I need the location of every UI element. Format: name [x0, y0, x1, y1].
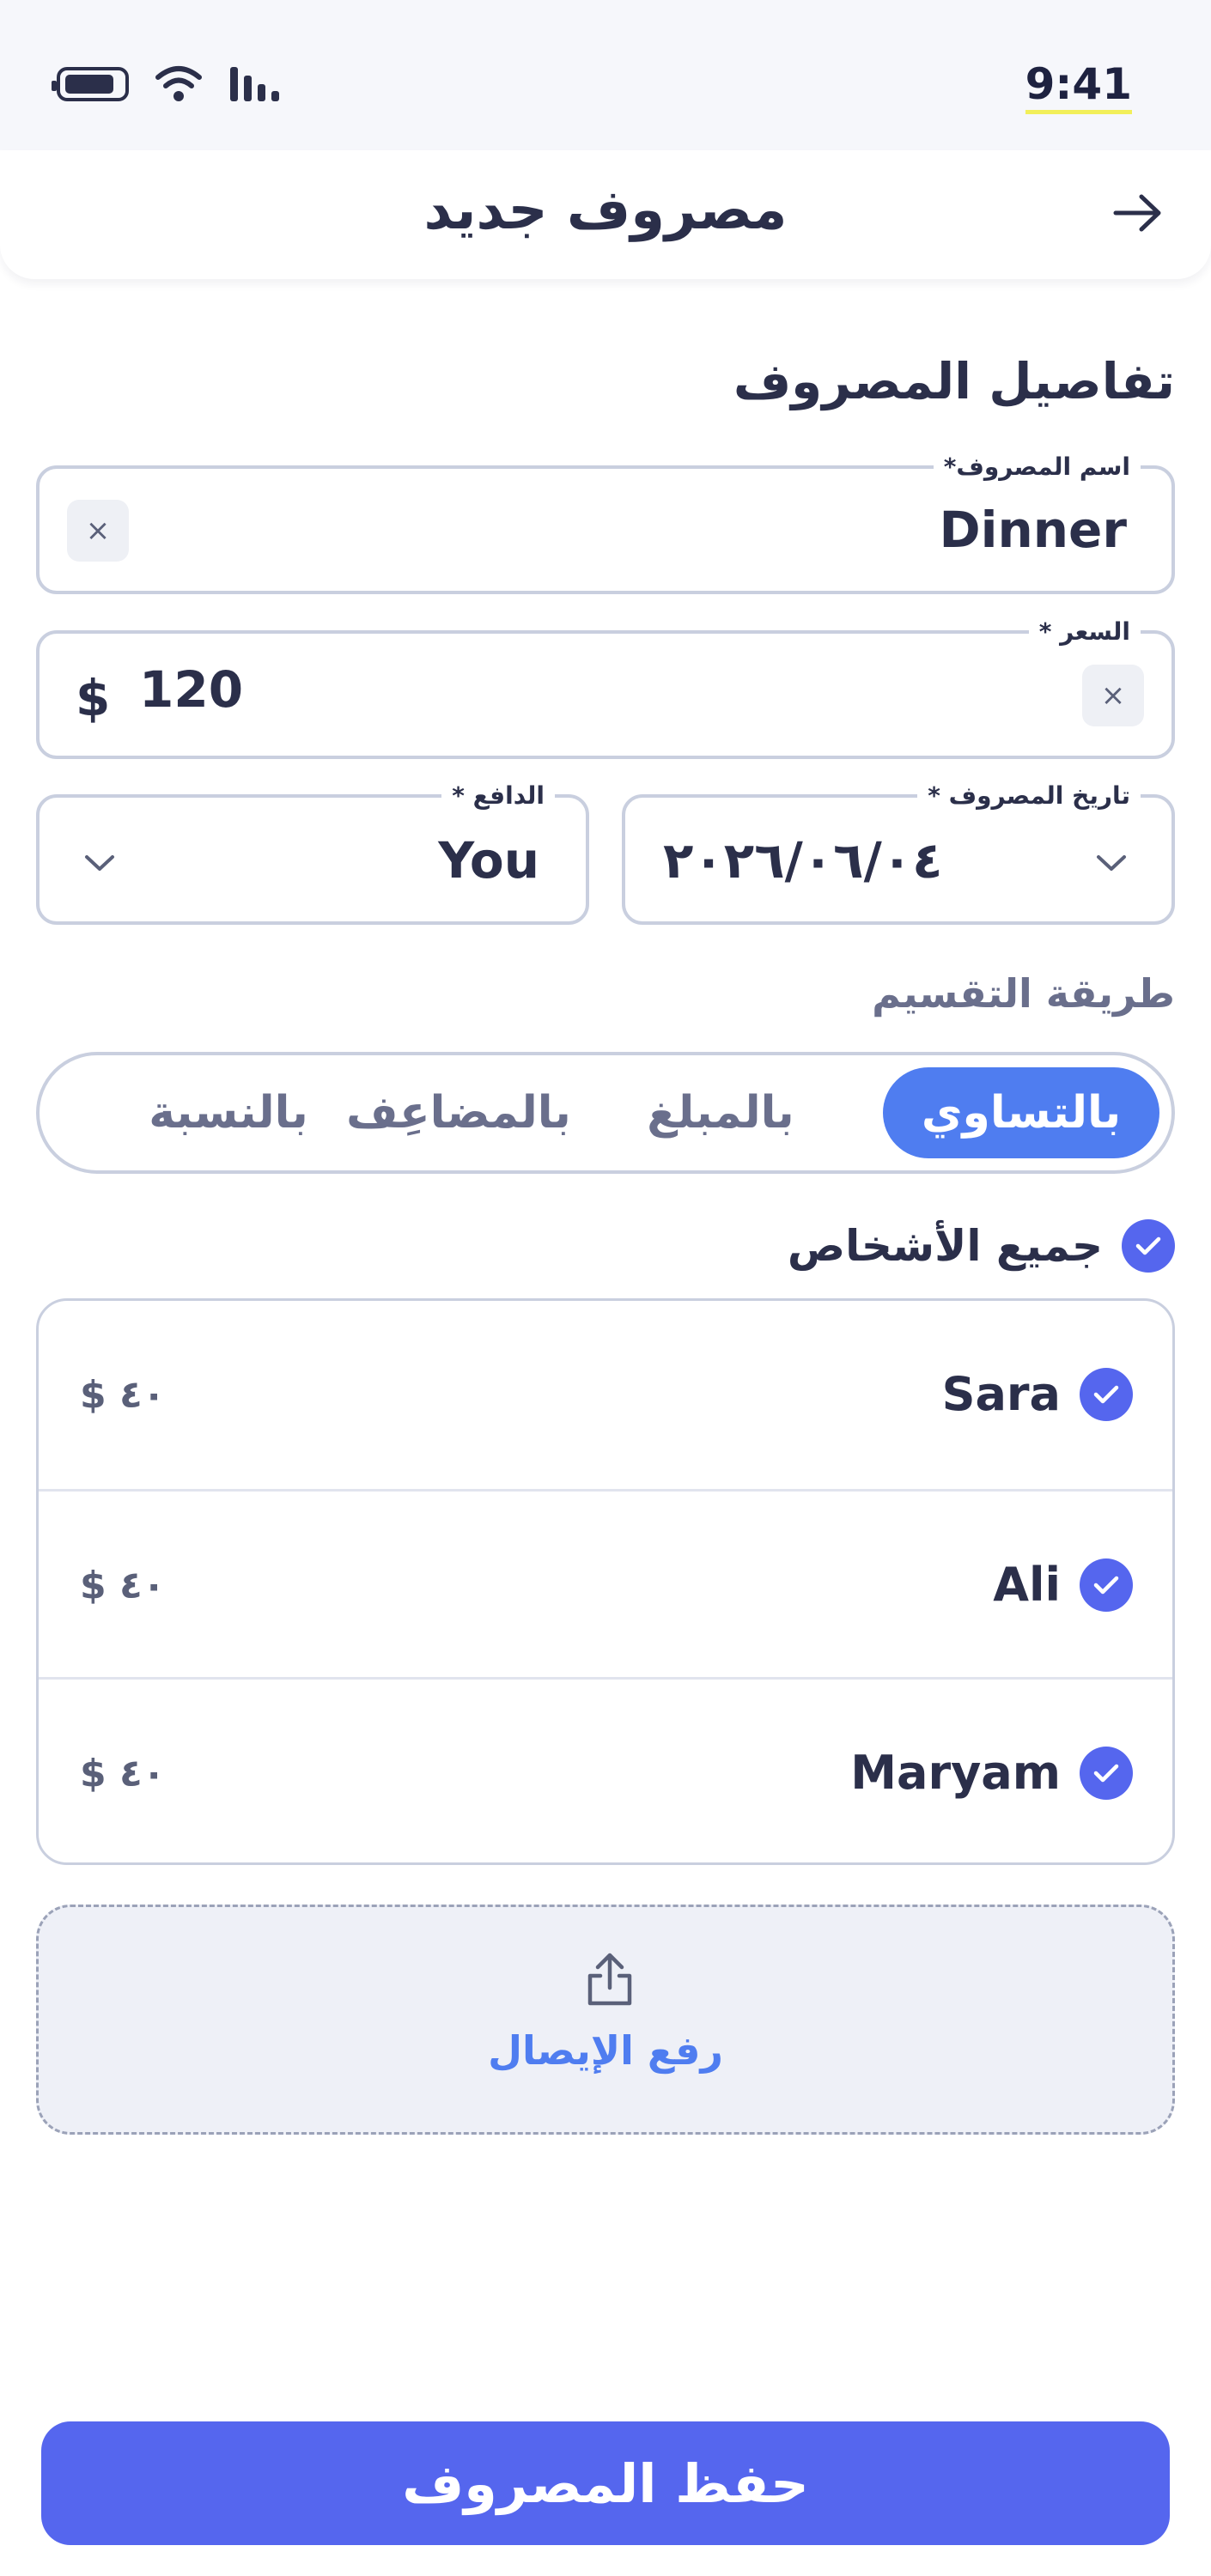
price-value[interactable]: 120 — [139, 659, 243, 720]
battery-icon — [52, 67, 129, 101]
clear-expense-name-button[interactable]: × — [67, 500, 129, 562]
payer-select[interactable]: الدافع * You — [36, 779, 589, 925]
currency-symbol: $ — [76, 669, 111, 727]
status-bar: 9:41 — [0, 0, 1211, 150]
checkbox-participant[interactable] — [1080, 1558, 1133, 1612]
section-title: تفاصيل المصروف — [733, 352, 1175, 410]
status-time: 9:41 — [1025, 58, 1132, 114]
expense-name-field[interactable]: اسم المصروف* Dinner × — [36, 450, 1175, 594]
checkmark-icon — [1093, 1764, 1119, 1783]
app-header: مصروف جديد — [0, 150, 1211, 279]
select-all-label: جميع الأشخاص — [787, 1221, 1103, 1271]
participants-list: Sara $ ٤٠ Ali $ ٤٠ Maryam $ ٤٠ — [36, 1298, 1175, 1865]
wifi-icon — [155, 66, 202, 101]
chevron-down-icon — [82, 846, 117, 880]
price-label: السعر * — [1028, 615, 1141, 649]
checkmark-icon — [1093, 1385, 1119, 1404]
status-icons — [52, 65, 283, 103]
checkbox-all[interactable] — [1122, 1219, 1175, 1273]
split-method-selector: بالتساوي بالمبلغ بالمضاعِف بالنسبة — [36, 1052, 1175, 1174]
date-label: تاريخ المصروف * — [917, 779, 1141, 813]
upload-icon — [587, 1953, 632, 2006]
participant-amount: $ ٤٠ — [80, 1373, 166, 1417]
checkbox-participant[interactable] — [1080, 1747, 1133, 1800]
chevron-down-icon — [1094, 846, 1129, 880]
split-option-percentage[interactable]: بالنسبة — [125, 1067, 332, 1158]
list-item[interactable]: Sara $ ٤٠ — [39, 1301, 1172, 1489]
signal-icon — [230, 67, 279, 101]
select-all-row[interactable]: جميع الأشخاص — [788, 1219, 1175, 1273]
arrow-right-icon — [1113, 194, 1161, 232]
checkmark-icon — [1093, 1576, 1119, 1595]
upload-receipt-label: رفع الإيصال — [488, 2027, 723, 2074]
participant-amount: $ ٤٠ — [80, 1564, 166, 1607]
clear-price-button[interactable]: × — [1082, 665, 1144, 726]
back-button[interactable] — [1108, 183, 1168, 243]
price-field[interactable]: السعر * × $ 120 — [36, 615, 1175, 759]
date-value: ٢٠٢٦/٠٦/٠٤ — [663, 831, 943, 890]
participant-amount: $ ٤٠ — [80, 1752, 166, 1795]
participant-name: Sara — [941, 1367, 1061, 1421]
participant-name: Maryam — [850, 1746, 1061, 1800]
page-title: مصروف جديد — [423, 179, 788, 242]
close-icon: × — [1100, 678, 1126, 713]
checkbox-participant[interactable] — [1080, 1368, 1133, 1421]
payer-label: الدافع * — [441, 779, 555, 813]
date-select[interactable]: تاريخ المصروف * ٢٠٢٦/٠٦/٠٤ — [622, 779, 1175, 925]
list-item[interactable]: Ali $ ٤٠ — [39, 1492, 1172, 1680]
checkmark-icon — [1135, 1236, 1161, 1255]
list-item[interactable]: Maryam $ ٤٠ — [39, 1680, 1172, 1862]
expense-name-value[interactable]: Dinner — [939, 500, 1127, 560]
split-option-equal[interactable]: بالتساوي — [883, 1067, 1159, 1158]
save-expense-button[interactable]: حفظ المصروف — [41, 2421, 1170, 2545]
split-option-multiplier[interactable]: بالمضاعِف — [330, 1067, 587, 1158]
participant-name: Ali — [993, 1558, 1061, 1612]
payer-value: You — [438, 831, 539, 890]
expense-name-label: اسم المصروف* — [933, 450, 1141, 484]
close-icon: × — [85, 513, 111, 548]
split-method-label: طريقة التقسيم — [872, 970, 1175, 1017]
upload-receipt-button[interactable]: رفع الإيصال — [36, 1905, 1175, 2135]
split-option-amount[interactable]: بالمبلغ — [613, 1067, 828, 1158]
